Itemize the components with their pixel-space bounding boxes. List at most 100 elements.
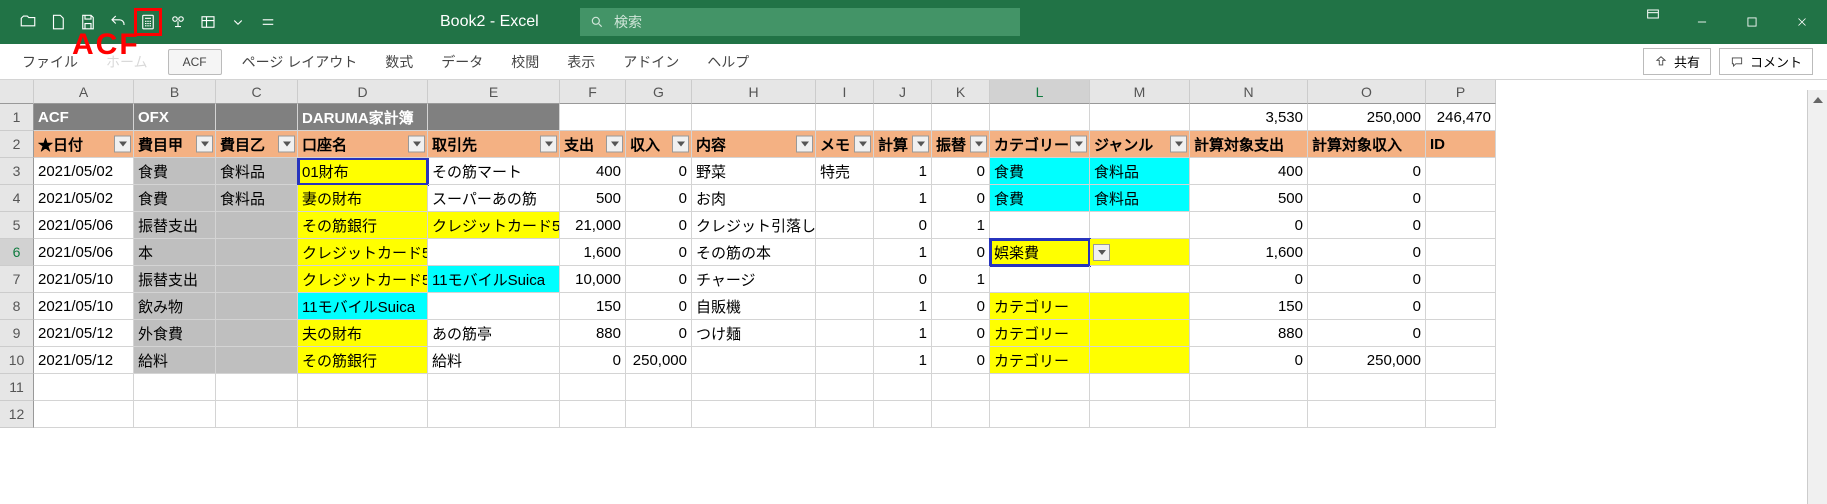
cell-1-L[interactable]	[990, 104, 1090, 131]
filter-btn-B[interactable]	[196, 136, 213, 153]
cell-1-I[interactable]	[816, 104, 874, 131]
cell-1-E[interactable]	[428, 104, 560, 131]
tab-acf-addin[interactable]: ACF	[168, 49, 222, 75]
header-F[interactable]: 支出	[560, 131, 626, 158]
cell-4-O[interactable]: 0	[1308, 185, 1426, 212]
cell-8-O[interactable]: 0	[1308, 293, 1426, 320]
cell-5-A[interactable]: 2021/05/06	[34, 212, 134, 239]
col-head-B[interactable]: B	[134, 80, 216, 104]
cell-8-J[interactable]: 1	[874, 293, 932, 320]
cell-1-P[interactable]: 246,470	[1426, 104, 1496, 131]
row-head-6[interactable]: 6	[0, 239, 34, 266]
cell-5-I[interactable]	[816, 212, 874, 239]
cell-11-D[interactable]	[298, 374, 428, 401]
cell-9-J[interactable]: 1	[874, 320, 932, 347]
cell-5-P[interactable]	[1426, 212, 1496, 239]
filter-btn-I[interactable]	[854, 136, 871, 153]
cell-3-C[interactable]: 食料品	[216, 158, 298, 185]
cell-8-H[interactable]: 自販機	[692, 293, 816, 320]
row-head-7[interactable]: 7	[0, 266, 34, 293]
cell-12-G[interactable]	[626, 401, 692, 428]
row-head-5[interactable]: 5	[0, 212, 34, 239]
filter-btn-M[interactable]	[1170, 136, 1187, 153]
cell-1-D[interactable]: DARUMA家計簿	[298, 104, 428, 131]
filter-btn-E[interactable]	[540, 136, 557, 153]
cell-6-F[interactable]: 1,600	[560, 239, 626, 266]
cell-9-M[interactable]	[1090, 320, 1190, 347]
cell-7-I[interactable]	[816, 266, 874, 293]
cell-9-K[interactable]: 0	[932, 320, 990, 347]
header-I[interactable]: メモ	[816, 131, 874, 158]
tab-help[interactable]: ヘルプ	[693, 44, 763, 80]
cell-7-B[interactable]: 振替支出	[134, 266, 216, 293]
cell-3-P[interactable]	[1426, 158, 1496, 185]
search-box[interactable]: 検索	[580, 8, 1020, 36]
col-head-O[interactable]: O	[1308, 80, 1426, 104]
cell-11-J[interactable]	[874, 374, 932, 401]
col-head-G[interactable]: G	[626, 80, 692, 104]
save-icon[interactable]	[74, 8, 102, 36]
cell-7-A[interactable]: 2021/05/10	[34, 266, 134, 293]
cell-8-I[interactable]	[816, 293, 874, 320]
cell-6-C[interactable]	[216, 239, 298, 266]
cell-11-E[interactable]	[428, 374, 560, 401]
filter-btn-A[interactable]	[114, 136, 131, 153]
cell-12-C[interactable]	[216, 401, 298, 428]
filter-btn-L[interactable]	[1070, 136, 1087, 153]
cell-12-P[interactable]	[1426, 401, 1496, 428]
row-head-2[interactable]: 2	[0, 131, 34, 158]
tab-data[interactable]: データ	[427, 44, 497, 80]
scroll-up-icon[interactable]	[1808, 90, 1827, 110]
row-head-10[interactable]: 10	[0, 347, 34, 374]
cell-11-H[interactable]	[692, 374, 816, 401]
cell-10-L[interactable]: カテゴリー	[990, 347, 1090, 374]
cell-6-B[interactable]: 本	[134, 239, 216, 266]
cell-12-H[interactable]	[692, 401, 816, 428]
table-icon[interactable]	[194, 8, 222, 36]
cell-3-G[interactable]: 0	[626, 158, 692, 185]
cell-1-H[interactable]	[692, 104, 816, 131]
cell-1-A[interactable]: ACF	[34, 104, 134, 131]
cell-10-A[interactable]: 2021/05/12	[34, 347, 134, 374]
cell-6-H[interactable]: その筋の本	[692, 239, 816, 266]
cell-1-G[interactable]	[626, 104, 692, 131]
cell-7-F[interactable]: 10,000	[560, 266, 626, 293]
cell-7-L[interactable]	[990, 266, 1090, 293]
cell-11-F[interactable]	[560, 374, 626, 401]
cell-12-D[interactable]	[298, 401, 428, 428]
tab-formulas[interactable]: 数式	[371, 44, 427, 80]
cell-5-B[interactable]: 振替支出	[134, 212, 216, 239]
cell-4-E[interactable]: スーパーあの筋	[428, 185, 560, 212]
row-head-12[interactable]: 12	[0, 401, 34, 428]
cell-10-O[interactable]: 250,000	[1308, 347, 1426, 374]
cell-6-G[interactable]: 0	[626, 239, 692, 266]
cell-11-K[interactable]	[932, 374, 990, 401]
cell-9-G[interactable]: 0	[626, 320, 692, 347]
cell-1-N[interactable]: 3,530	[1190, 104, 1308, 131]
cell-4-H[interactable]: お肉	[692, 185, 816, 212]
cell-4-B[interactable]: 食費	[134, 185, 216, 212]
cell-5-N[interactable]: 0	[1190, 212, 1308, 239]
cell-12-E[interactable]	[428, 401, 560, 428]
cell-9-L[interactable]: カテゴリー	[990, 320, 1090, 347]
cell-3-F[interactable]: 400	[560, 158, 626, 185]
cell-3-N[interactable]: 400	[1190, 158, 1308, 185]
cell-10-B[interactable]: 給料	[134, 347, 216, 374]
cell-10-C[interactable]	[216, 347, 298, 374]
cell-3-I[interactable]: 特売	[816, 158, 874, 185]
cell-7-K[interactable]: 1	[932, 266, 990, 293]
cell-12-N[interactable]	[1190, 401, 1308, 428]
filter-btn-H[interactable]	[796, 136, 813, 153]
qat-dropdown-icon[interactable]	[224, 8, 252, 36]
cell-4-D[interactable]: 妻の財布	[298, 185, 428, 212]
minimize-icon[interactable]	[1677, 0, 1727, 44]
cell-8-E[interactable]	[428, 293, 560, 320]
cell-4-I[interactable]	[816, 185, 874, 212]
cell-6-K[interactable]: 0	[932, 239, 990, 266]
col-head-M[interactable]: M	[1090, 80, 1190, 104]
cell-9-A[interactable]: 2021/05/12	[34, 320, 134, 347]
cell-3-J[interactable]: 1	[874, 158, 932, 185]
filter-btn-D[interactable]	[408, 136, 425, 153]
header-J[interactable]: 計算	[874, 131, 932, 158]
cell-10-G[interactable]: 250,000	[626, 347, 692, 374]
